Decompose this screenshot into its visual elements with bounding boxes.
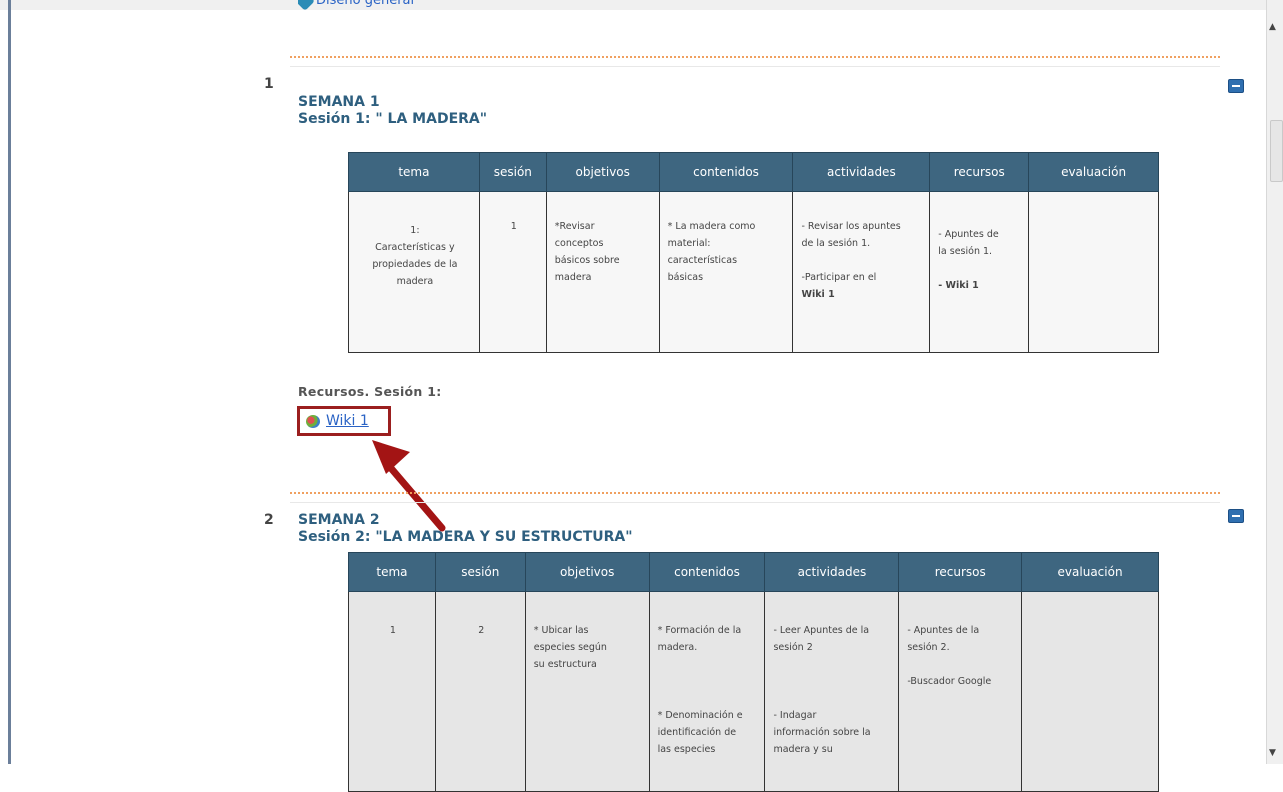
session-label: Sesión 2: "LA MADERA Y SU ESTRUCTURA" bbox=[298, 529, 633, 545]
link-wiki-1[interactable]: - Wiki 1 bbox=[938, 277, 1022, 294]
cell-tema: 1: Características y propiedades de la m… bbox=[348, 191, 480, 353]
resource-icon bbox=[298, 0, 315, 11]
header-tema: tema bbox=[348, 152, 480, 192]
cell-recursos: - Apuntes de la sesión 2. -Buscador Goog… bbox=[898, 591, 1023, 792]
section-divider bbox=[290, 492, 1220, 494]
header-objetivos: objetivos bbox=[524, 552, 650, 592]
header-objetivos: objetivos bbox=[545, 152, 660, 192]
vertical-scrollbar[interactable]: ▲ ▼ bbox=[1266, 0, 1283, 764]
window-top-strip bbox=[0, 0, 1283, 10]
session-plan-table: tema sesión objetivos contenidos activid… bbox=[348, 152, 1159, 353]
previous-resource-link[interactable]: Diseño general bbox=[298, 0, 414, 16]
header-actividades: actividades bbox=[792, 152, 931, 192]
header-tema: tema bbox=[348, 552, 436, 592]
session-label: Sesión 1: " LA MADERA" bbox=[298, 111, 488, 127]
cell-sesion: 1 bbox=[478, 191, 547, 353]
table-header-row: tema sesión objetivos contenidos activid… bbox=[348, 152, 1159, 192]
cell-tema: 1 bbox=[348, 591, 436, 792]
header-evaluacion: evaluación bbox=[1028, 152, 1159, 192]
header-recursos: recursos bbox=[929, 152, 1030, 192]
cell-objetivos: * Ubicar las especies según su estructur… bbox=[524, 591, 650, 792]
cell-actividades: - Revisar los apuntes de la sesión 1. -P… bbox=[792, 191, 931, 353]
cell-evaluacion bbox=[1028, 191, 1159, 353]
header-actividades: actividades bbox=[764, 552, 900, 592]
scrollbar-thumb[interactable] bbox=[1270, 120, 1283, 182]
link-apuntes-sesion-2[interactable]: - Apuntes de la sesión 2. bbox=[907, 622, 1015, 656]
week-title: SEMANA 1 Sesión 1: " LA MADERA" bbox=[298, 94, 487, 128]
wiki-icon bbox=[306, 415, 320, 428]
cell-objetivos: *Revisar conceptos básicos sobre madera bbox=[545, 191, 660, 353]
week-label: SEMANA 1 bbox=[298, 94, 380, 110]
cell-sesion: 2 bbox=[434, 591, 526, 792]
header-evaluacion: evaluación bbox=[1021, 552, 1159, 592]
header-recursos: recursos bbox=[898, 552, 1023, 592]
section-divider bbox=[290, 56, 1220, 58]
section-number: 2 bbox=[264, 512, 274, 528]
table-row: 1: Características y propiedades de la m… bbox=[348, 191, 1159, 353]
table-header-row: tema sesión objetivos contenidos activid… bbox=[348, 552, 1159, 592]
section-divider-line bbox=[290, 502, 1220, 503]
session-plan-table: tema sesión objetivos contenidos activid… bbox=[348, 552, 1159, 792]
table-row: 1 2 * Ubicar las especies según su estru… bbox=[348, 591, 1159, 792]
week-label: SEMANA 2 bbox=[298, 512, 380, 528]
scroll-up-icon[interactable]: ▲ bbox=[1269, 22, 1276, 32]
cell-recursos: - Apuntes de la sesión 1. - Wiki 1 bbox=[929, 191, 1030, 353]
cell-actividades: - Leer Apuntes de la sesión 2 - Indagar … bbox=[764, 591, 900, 792]
resources-title: Recursos. Sesión 1: bbox=[298, 384, 442, 399]
scroll-down-icon[interactable]: ▼ bbox=[1269, 748, 1276, 758]
collapse-section-button[interactable] bbox=[1228, 509, 1244, 523]
header-contenidos: contenidos bbox=[648, 552, 766, 592]
cell-evaluacion bbox=[1021, 591, 1159, 792]
cell-contenidos: * Formación de la madera. * Denominación… bbox=[648, 591, 766, 792]
header-sesion: sesión bbox=[478, 152, 547, 192]
page-left-border bbox=[8, 0, 11, 764]
header-contenidos: contenidos bbox=[658, 152, 794, 192]
header-sesion: sesión bbox=[434, 552, 526, 592]
week-title: SEMANA 2 Sesión 2: "LA MADERA Y SU ESTRU… bbox=[298, 512, 633, 546]
link-apuntes-sesion-1[interactable]: - Apuntes de la sesión 1. bbox=[938, 226, 1022, 260]
collapse-section-button[interactable] bbox=[1228, 79, 1244, 93]
section-number: 1 bbox=[264, 76, 274, 92]
cell-contenidos: * La madera como material: característic… bbox=[658, 191, 794, 353]
wiki-link-label: Wiki 1 bbox=[326, 413, 369, 429]
section-divider-line bbox=[290, 66, 1220, 67]
